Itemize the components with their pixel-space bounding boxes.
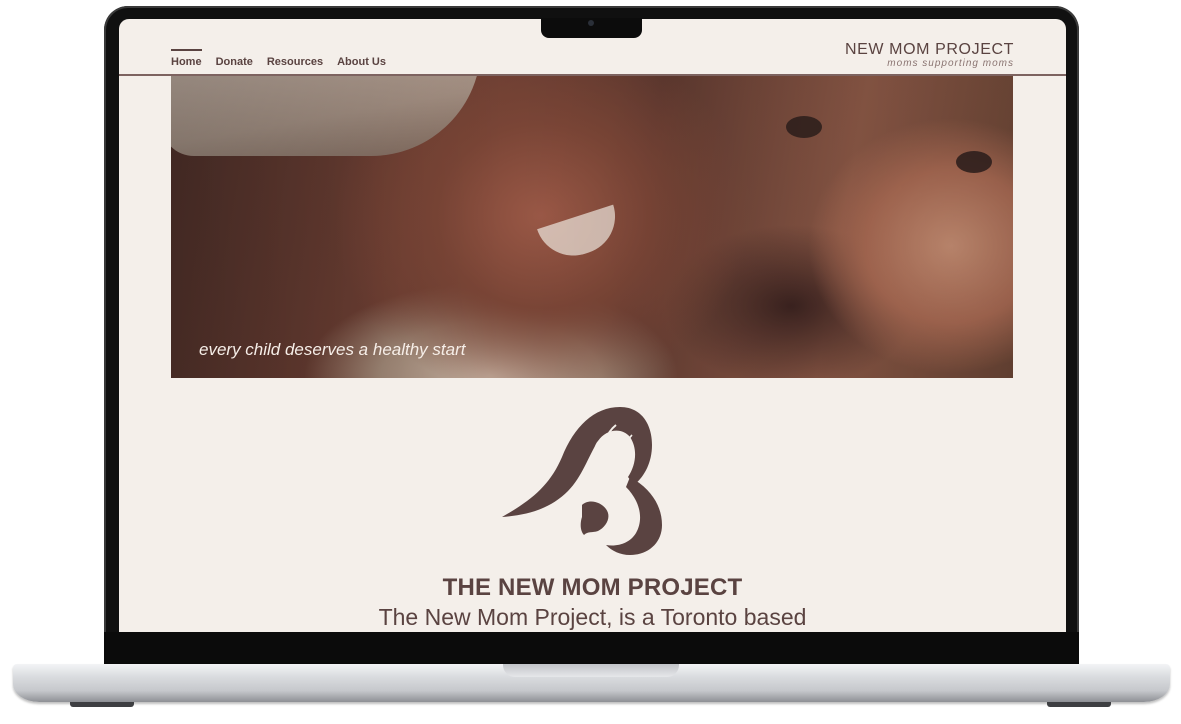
- page-headline: THE NEW MOM PROJECT: [442, 574, 743, 601]
- mother-and-baby-silhouette-icon: [502, 407, 662, 555]
- main-nav: Home Donate Resources About Us: [171, 49, 386, 75]
- intro-text: The New Mom Project, is a Toronto based: [378, 604, 807, 630]
- website-screen: Home Donate Resources About Us NEW MOM P…: [119, 19, 1066, 632]
- camera-icon: [588, 20, 594, 26]
- nav-item-home[interactable]: Home: [171, 49, 202, 75]
- laptop-opening-groove: [503, 664, 679, 677]
- nav-item-about-us[interactable]: About Us: [337, 55, 386, 75]
- hero-image: every child deserves a healthy start: [171, 76, 1013, 378]
- brand-logo[interactable]: NEW MOM PROJECT moms supporting moms: [845, 41, 1014, 69]
- laptop-foot-left: [70, 702, 134, 707]
- laptop-foot-right: [1047, 702, 1111, 707]
- laptop-chin: [104, 632, 1079, 666]
- nav-item-resources[interactable]: Resources: [267, 55, 323, 75]
- nav-item-donate[interactable]: Donate: [216, 55, 253, 75]
- hero-photo-shade: [171, 76, 1013, 378]
- hero-caption: every child deserves a healthy start: [199, 340, 466, 359]
- brand-title: NEW MOM PROJECT: [845, 41, 1014, 58]
- brand-tagline: moms supporting moms: [887, 58, 1014, 69]
